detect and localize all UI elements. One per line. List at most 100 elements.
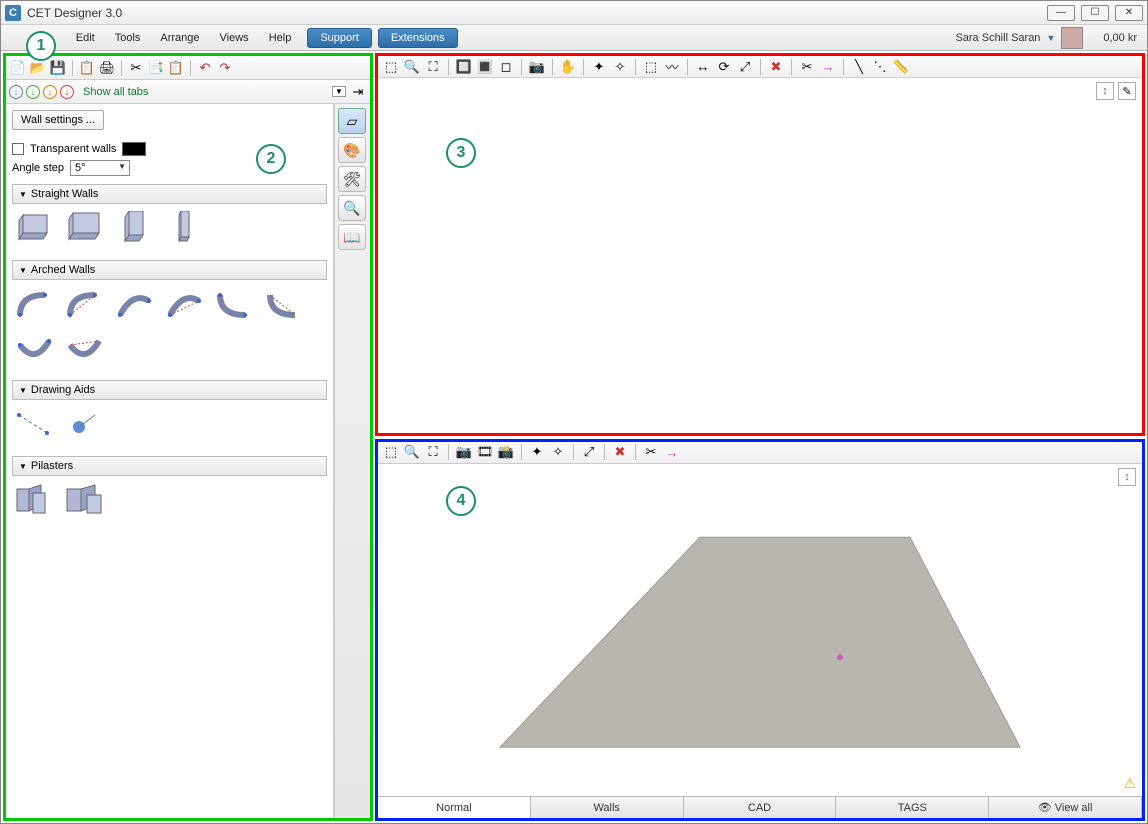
- tool-zoomsel-icon[interactable]: 🔳: [476, 58, 494, 76]
- wall-settings-button[interactable]: Wall settings ...: [12, 110, 104, 130]
- undo-icon[interactable]: ↶: [196, 59, 214, 77]
- arched-wall-7[interactable]: [14, 330, 56, 366]
- tool3d-camera-icon[interactable]: 📷: [455, 443, 473, 461]
- tool-move-icon[interactable]: ↔: [694, 58, 712, 76]
- tool3d-zoomfit-icon[interactable]: ⛶: [424, 443, 442, 461]
- transparent-walls-checkbox[interactable]: [12, 143, 24, 155]
- tool-delete-icon[interactable]: ✖: [767, 58, 785, 76]
- extensions-button[interactable]: Extensions: [378, 28, 458, 48]
- straight-wall-3[interactable]: [114, 210, 156, 246]
- drawing-aid-1[interactable]: [14, 406, 56, 442]
- arched-wall-6[interactable]: [264, 286, 306, 322]
- new-icon[interactable]: 📄: [9, 59, 27, 77]
- section-drawing-aids[interactable]: ▼Drawing Aids: [12, 380, 327, 400]
- support-button[interactable]: Support: [307, 28, 372, 48]
- arched-wall-1[interactable]: [14, 286, 56, 322]
- section-arched-walls[interactable]: ▼Arched Walls: [12, 260, 327, 280]
- angle-step-select[interactable]: 5°: [70, 160, 130, 176]
- warning-icon[interactable]: ⚠: [1123, 775, 1136, 792]
- tool-selrect-icon[interactable]: ⬚: [642, 58, 660, 76]
- menu-views[interactable]: Views: [210, 28, 259, 48]
- tool3d-star1-icon[interactable]: ✦: [528, 443, 546, 461]
- arched-wall-8[interactable]: [64, 330, 106, 366]
- tool-scale-icon[interactable]: ⤢: [736, 58, 754, 76]
- cut-icon[interactable]: ✂: [127, 59, 145, 77]
- side-tab-catalog[interactable]: 📖: [338, 224, 366, 250]
- tool-rotate-icon[interactable]: ⟳: [715, 58, 733, 76]
- redo-icon[interactable]: ↷: [216, 59, 234, 77]
- side-tab-search[interactable]: 🔍: [338, 195, 366, 221]
- tool-zoomreg-icon[interactable]: ◻: [497, 58, 515, 76]
- view-arrows-button[interactable]: ↕: [1096, 82, 1114, 100]
- side-tab-materials[interactable]: 🎨: [338, 137, 366, 163]
- copy-doc-icon[interactable]: 📋: [78, 59, 96, 77]
- tab-normal[interactable]: Normal: [378, 797, 531, 818]
- tool-star1-icon[interactable]: ✦: [590, 58, 608, 76]
- nav-first-icon[interactable]: ↓: [9, 85, 23, 99]
- user-menu[interactable]: Sara Schill Saran ▼: [955, 27, 1083, 49]
- menu-arrange[interactable]: Arrange: [150, 28, 209, 48]
- drawing-aid-2[interactable]: [64, 406, 106, 442]
- wall-color-swatch[interactable]: [122, 142, 146, 156]
- tabs-dropdown[interactable]: ▼: [332, 86, 346, 97]
- open-icon[interactable]: 📂: [29, 59, 47, 77]
- pilaster-1[interactable]: [14, 482, 56, 518]
- tool-measure-icon[interactable]: 📏: [892, 58, 910, 76]
- arched-wall-4[interactable]: [164, 286, 206, 322]
- straight-wall-1[interactable]: [14, 210, 56, 246]
- tool-line-icon[interactable]: ╲: [850, 58, 868, 76]
- paste-icon[interactable]: 📋: [167, 59, 185, 77]
- maximize-button[interactable]: ☐: [1081, 5, 1109, 21]
- tool3d-move-icon[interactable]: ⤢: [580, 443, 598, 461]
- section-straight-walls[interactable]: ▼Straight Walls: [12, 184, 327, 204]
- tool3d-arrow-icon[interactable]: →: [663, 443, 681, 461]
- menu-help[interactable]: Help: [259, 28, 302, 48]
- tool-camera-icon[interactable]: 📷: [528, 58, 546, 76]
- copy-icon[interactable]: 📑: [147, 59, 165, 77]
- tool3d-camera2-icon[interactable]: 📸: [497, 443, 515, 461]
- view-3d-canvas[interactable]: ↕ ⚠: [378, 464, 1142, 797]
- side-tab-tools[interactable]: 🛠: [338, 166, 366, 192]
- view-2d-canvas[interactable]: ↕ ✎: [378, 78, 1142, 433]
- tool-cut2-icon[interactable]: ✂: [798, 58, 816, 76]
- tool-pan-icon[interactable]: ✋: [559, 58, 577, 76]
- menu-tools[interactable]: Tools: [105, 28, 151, 48]
- nav-prev-icon[interactable]: ↓: [26, 85, 40, 99]
- tool-zoomfit-icon[interactable]: 🔲: [455, 58, 473, 76]
- minimize-button[interactable]: —: [1047, 5, 1075, 21]
- tool3d-select-icon[interactable]: ⬚: [382, 443, 400, 461]
- tool3d-film-icon[interactable]: 🎞: [476, 443, 494, 461]
- arched-wall-3[interactable]: [114, 286, 156, 322]
- close-button[interactable]: ✕: [1115, 5, 1143, 21]
- straight-wall-4[interactable]: [164, 210, 206, 246]
- tool-zoom-icon[interactable]: 🔍: [403, 58, 421, 76]
- view3d-arrows-button[interactable]: ↕: [1118, 468, 1136, 486]
- tool-lasso-icon[interactable]: 〰: [663, 58, 681, 76]
- tab-cad[interactable]: CAD: [684, 797, 837, 818]
- save-icon[interactable]: 💾: [49, 59, 67, 77]
- show-all-tabs[interactable]: Show all tabs: [83, 86, 329, 98]
- pilaster-2[interactable]: [64, 482, 106, 518]
- nav-next-icon[interactable]: ↓: [43, 85, 57, 99]
- print-icon[interactable]: 🖨: [98, 59, 116, 77]
- tool-zoomwin-icon[interactable]: ⛶: [424, 58, 442, 76]
- tab-walls[interactable]: Walls: [531, 797, 684, 818]
- tab-viewall[interactable]: 👁 View all: [989, 797, 1142, 818]
- tool-dashline-icon[interactable]: ⋱: [871, 58, 889, 76]
- tool3d-star2-icon[interactable]: ✧: [549, 443, 567, 461]
- arched-wall-2[interactable]: [64, 286, 106, 322]
- straight-wall-2[interactable]: [64, 210, 106, 246]
- tool-star2-icon[interactable]: ✧: [611, 58, 629, 76]
- tool3d-cut-icon[interactable]: ✂: [642, 443, 660, 461]
- menu-edit[interactable]: Edit: [66, 28, 105, 48]
- view-edit-button[interactable]: ✎: [1118, 82, 1136, 100]
- tab-tags[interactable]: TAGS: [836, 797, 989, 818]
- section-pilasters[interactable]: ▼Pilasters: [12, 456, 327, 476]
- arched-wall-5[interactable]: [214, 286, 256, 322]
- tool3d-zoom-icon[interactable]: 🔍: [403, 443, 421, 461]
- tool3d-delete-icon[interactable]: ✖: [611, 443, 629, 461]
- tabs-extra-icon[interactable]: ⇥: [349, 83, 367, 101]
- tool-arrow-icon[interactable]: →: [819, 58, 837, 76]
- nav-last-icon[interactable]: ↓: [60, 85, 74, 99]
- tool-select-icon[interactable]: ⬚: [382, 58, 400, 76]
